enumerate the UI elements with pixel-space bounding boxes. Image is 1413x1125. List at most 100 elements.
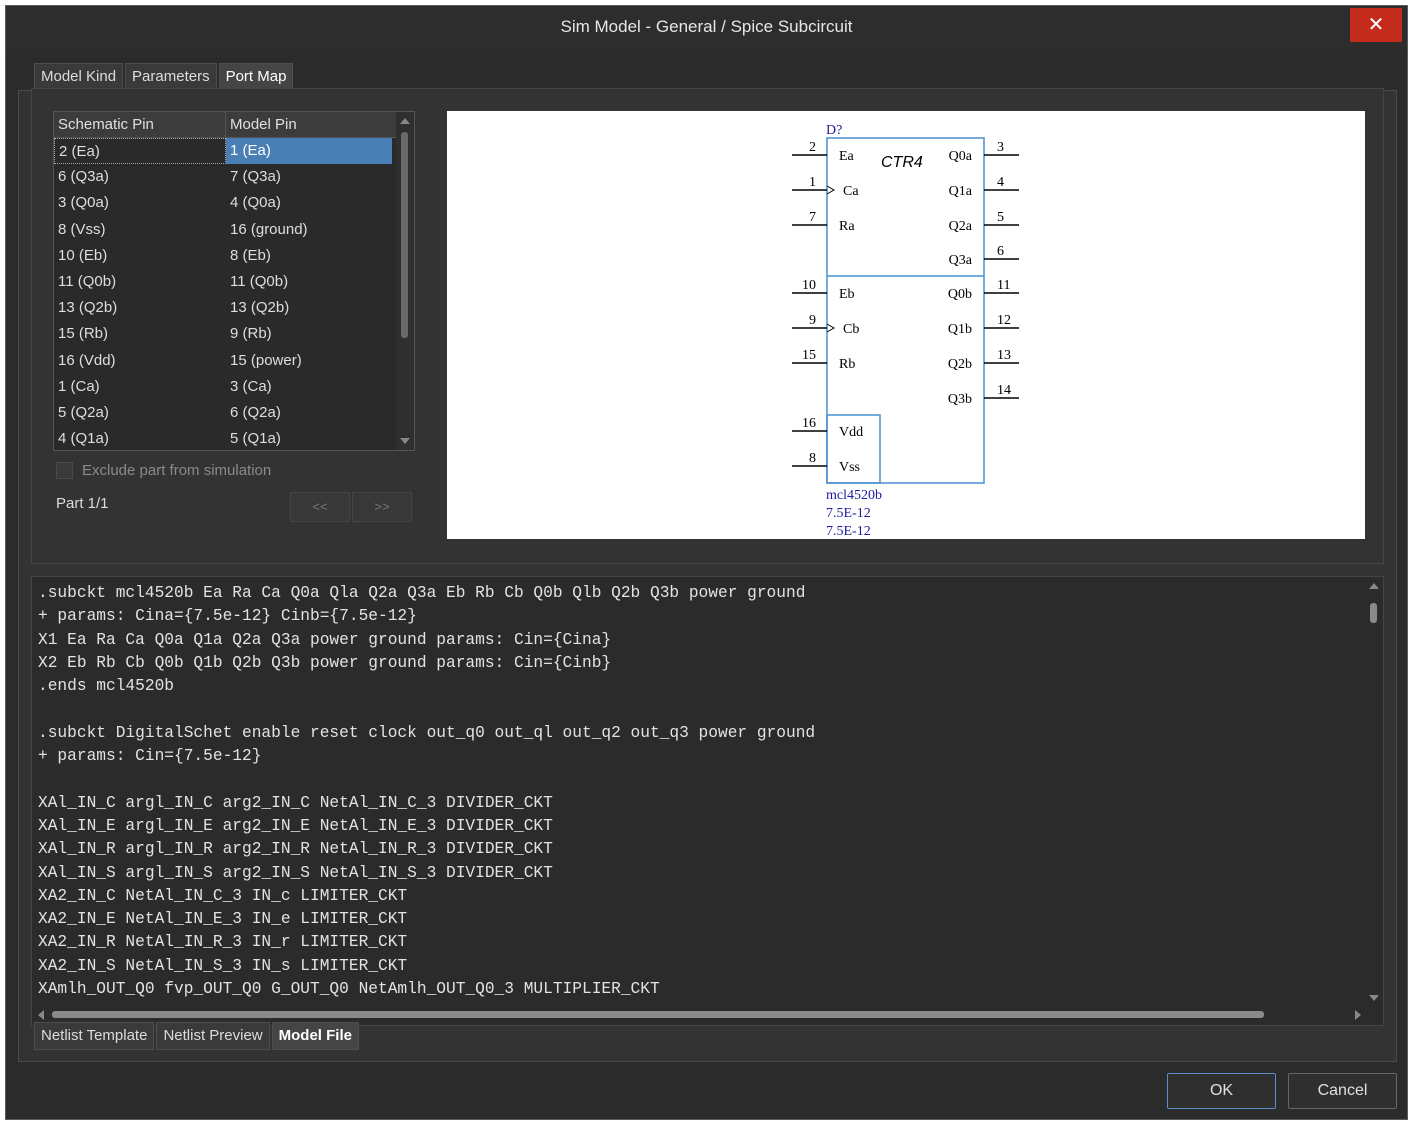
editor-vertical-thumb[interactable] [1370, 603, 1377, 623]
window-title: Sim Model - General / Spice Subcircuit [560, 17, 853, 36]
scroll-down-icon[interactable] [400, 438, 410, 444]
pin-number: 1 [809, 175, 816, 190]
code-line[interactable]: X2 Eb Rb Cb Q0b Q1b Q2b Q3b power ground… [38, 652, 815, 675]
schematic-pin-cell[interactable]: 8 (Vss) [54, 217, 226, 243]
exclude-checkbox[interactable] [56, 462, 73, 479]
schematic-pin-cell[interactable]: 4 (Q1a) [54, 426, 226, 450]
schematic-pin-cell[interactable]: 2 (Ea) [54, 138, 226, 165]
close-button[interactable]: ✕ [1350, 8, 1402, 42]
schematic-pin-cell[interactable]: 6 (Q3a) [54, 164, 226, 190]
code-line[interactable]: XAl_IN_R argl_IN_R arg2_IN_R NetAl_IN_R_… [38, 838, 815, 861]
sim-model-dialog: Sim Model - General / Spice Subcircuit ✕… [5, 5, 1408, 1120]
title-bar[interactable]: Sim Model - General / Spice Subcircuit ✕ [6, 6, 1407, 50]
editor-scroll-right-icon[interactable] [1355, 1010, 1361, 1020]
model-name-label: mcl4520b [826, 488, 882, 503]
code-line[interactable]: .subckt mcl4520b Ea Ra Ca Q0a Qla Q2a Q3… [38, 582, 815, 605]
editor-scroll-down-icon[interactable] [1369, 995, 1379, 1001]
column-header-schematic-pin[interactable]: Schematic Pin [54, 112, 226, 137]
tab-parameters[interactable]: Parameters [125, 63, 217, 91]
code-line[interactable]: XA2_IN_R NetAl_IN_R_3 IN_r LIMITER_CKT [38, 931, 815, 954]
code-line[interactable]: .subckt DigitalSchet enable reset clock … [38, 722, 815, 745]
code-line[interactable]: + params: Cin={7.5e-12} [38, 745, 815, 768]
column-header-model-pin[interactable]: Model Pin [226, 112, 394, 137]
cancel-button[interactable]: Cancel [1288, 1073, 1397, 1109]
pin-number: 12 [997, 313, 1011, 328]
scroll-up-icon[interactable] [400, 118, 410, 124]
tab-port-map[interactable]: Port Map [218, 63, 294, 91]
model-pin-cell[interactable]: 1 (Ea) [226, 138, 392, 165]
previous-part-button[interactable]: << [290, 492, 350, 522]
model-pin-cell[interactable]: 3 (Ca) [226, 374, 392, 400]
table-row[interactable]: 1 (Ca) 3 (Ca) [54, 374, 414, 400]
symbol-preview: D? CTR4 mcl4520b 7.5E-12 7.5E-12 2 Ea 1 Ca 7… [447, 111, 1365, 539]
pin-name: Q2a [949, 219, 973, 234]
schematic-pin-cell[interactable]: 3 (Q0a) [54, 190, 226, 216]
schematic-pin-cell[interactable]: 13 (Q2b) [54, 295, 226, 321]
table-body: 2 (Ea) 1 (Ea) 6 (Q3a) 7 (Q3a) 3 (Q0a) 4 (Q0a)… [54, 138, 414, 450]
schematic-pin-cell[interactable]: 5 (Q2a) [54, 400, 226, 426]
schematic-pin-cell[interactable]: 10 (Eb) [54, 243, 226, 269]
pin-number: 14 [997, 383, 1011, 398]
pin-name: Ra [839, 219, 855, 234]
model-pin-cell[interactable]: 4 (Q0a) [226, 190, 392, 216]
table-row[interactable]: 5 (Q2a) 6 (Q2a) [54, 400, 414, 426]
tab-model-kind[interactable]: Model Kind [34, 63, 124, 91]
scroll-thumb[interactable] [401, 132, 408, 338]
editor-scroll-up-icon[interactable] [1369, 583, 1379, 589]
schematic-pin-cell[interactable]: 11 (Q0b) [54, 269, 226, 295]
table-row[interactable]: 10 (Eb) 8 (Eb) [54, 243, 414, 269]
code-line[interactable]: .ends mcl4520b [38, 675, 815, 698]
pin-name: Q3a [949, 253, 973, 268]
next-part-button[interactable]: >> [352, 492, 412, 522]
model-pin-cell[interactable]: 6 (Q2a) [226, 400, 392, 426]
model-file-text[interactable]: .subckt mcl4520b Ea Ra Ca Q0a Qla Q2a Q3… [38, 582, 815, 1001]
code-line[interactable] [38, 698, 815, 721]
table-row[interactable]: 4 (Q1a) 5 (Q1a) [54, 426, 414, 450]
tab-model-file[interactable]: Model File [271, 1022, 359, 1050]
table-row[interactable]: 3 (Q0a) 4 (Q0a) [54, 190, 414, 216]
pin-number: 6 [997, 244, 1004, 259]
table-row[interactable]: 16 (Vdd) 15 (power) [54, 348, 414, 374]
code-line[interactable] [38, 768, 815, 791]
editor-scroll-left-icon[interactable] [38, 1010, 44, 1020]
model-pin-cell[interactable]: 16 (ground) [226, 217, 392, 243]
code-line[interactable]: + params: Cina={7.5e-12} Cinb={7.5e-12} [38, 605, 815, 628]
table-row[interactable]: 6 (Q3a) 7 (Q3a) [54, 164, 414, 190]
tab-netlist-preview[interactable]: Netlist Preview [156, 1022, 270, 1050]
clock-indicator-icon [826, 323, 836, 333]
schematic-pin-cell[interactable]: 15 (Rb) [54, 321, 226, 347]
table-row[interactable]: 2 (Ea) 1 (Ea) [54, 138, 414, 165]
model-pin-cell[interactable]: 7 (Q3a) [226, 164, 392, 190]
table-row[interactable]: 15 (Rb) 9 (Rb) [54, 321, 414, 347]
schematic-pin-cell[interactable]: 1 (Ca) [54, 374, 226, 400]
code-line[interactable]: XAl_IN_S argl_IN_S arg2_IN_S NetAl_IN_S_… [38, 862, 815, 885]
model-file-editor[interactable]: .subckt mcl4520b Ea Ra Ca Q0a Qla Q2a Q3… [31, 576, 1384, 1026]
table-row[interactable]: 13 (Q2b) 13 (Q2b) [54, 295, 414, 321]
code-line[interactable]: XA2_IN_S NetAl_IN_S_3 IN_s LIMITER_CKT [38, 955, 815, 978]
model-pin-cell[interactable]: 5 (Q1a) [226, 426, 392, 450]
schematic-pin-cell[interactable]: 16 (Vdd) [54, 348, 226, 374]
code-line[interactable]: XA2_IN_C NetAl_IN_C_3 IN_c LIMITER_CKT [38, 885, 815, 908]
code-line[interactable]: XAmlh_OUT_Q0 fvp_OUT_Q0 G_OUT_Q0 NetAmlh… [38, 978, 815, 1001]
pin-number: 10 [802, 278, 816, 293]
code-line[interactable]: XA2_IN_E NetAl_IN_E_3 IN_e LIMITER_CKT [38, 908, 815, 931]
code-line[interactable]: X1 Ea Ra Ca Q0a Q1a Q2a Q3a power ground… [38, 629, 815, 652]
editor-vertical-scrollbar[interactable] [1365, 577, 1383, 1007]
model-pin-cell[interactable]: 8 (Eb) [226, 243, 392, 269]
editor-horizontal-thumb[interactable] [52, 1011, 1264, 1018]
code-line[interactable]: XAl_IN_C argl_IN_C arg2_IN_C NetAl_IN_C_… [38, 792, 815, 815]
code-line[interactable]: XAl_IN_E argl_IN_E arg2_IN_E NetAl_IN_E_… [38, 815, 815, 838]
pin-name: Rb [839, 357, 855, 372]
table-row[interactable]: 8 (Vss) 16 (ground) [54, 217, 414, 243]
tab-netlist-template[interactable]: Netlist Template [34, 1022, 155, 1050]
model-pin-cell[interactable]: 13 (Q2b) [226, 295, 392, 321]
bottom-tab-bar: Netlist Template Netlist Preview Model F… [34, 1022, 361, 1050]
model-pin-cell[interactable]: 15 (power) [226, 348, 392, 374]
model-pin-cell[interactable]: 11 (Q0b) [226, 269, 392, 295]
table-header: Schematic Pin Model Pin [54, 112, 414, 138]
pin-name: Ea [839, 149, 855, 164]
ok-button[interactable]: OK [1167, 1073, 1276, 1109]
table-row[interactable]: 11 (Q0b) 11 (Q0b) [54, 269, 414, 295]
table-scrollbar[interactable] [396, 112, 414, 450]
model-pin-cell[interactable]: 9 (Rb) [226, 321, 392, 347]
